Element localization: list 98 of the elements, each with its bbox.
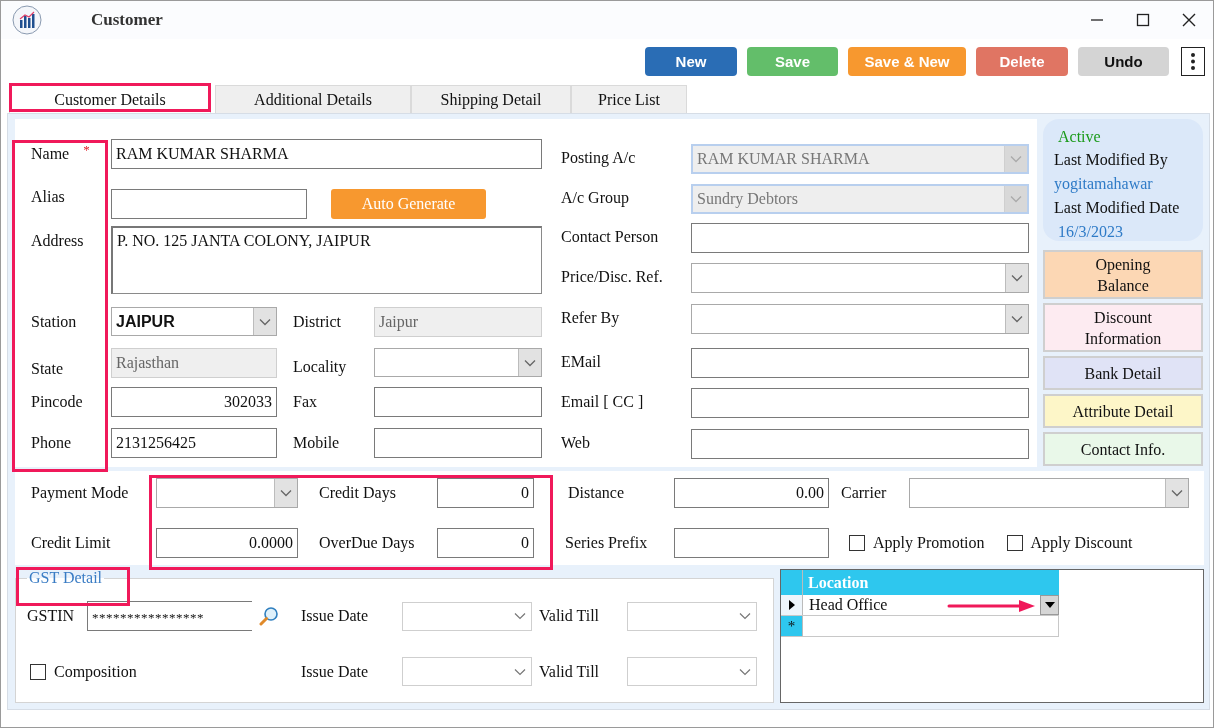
chevron-down-icon [259, 317, 271, 326]
field-label: OverDue Days [319, 533, 416, 554]
dropdown-button[interactable] [1040, 595, 1059, 615]
field-label: Price/Disc. Ref. [561, 267, 664, 287]
field-label: EMail [561, 352, 602, 372]
chevron-down-icon [1010, 195, 1022, 203]
field-label: Locality [293, 356, 348, 377]
side-button[interactable]: Discount Information [1043, 303, 1203, 352]
field-label: Email [ CC ] [561, 392, 645, 412]
chevron-down-icon [1011, 315, 1023, 323]
field-label: Carrier [841, 483, 888, 503]
maximize-icon[interactable] [1136, 13, 1150, 27]
close-icon[interactable] [1182, 13, 1196, 27]
chevron-down-icon [514, 667, 526, 676]
field-label: Posting A/c [561, 148, 637, 169]
chevron-down-icon [739, 667, 751, 676]
input-field[interactable] [691, 223, 1029, 253]
chevron-down-icon [1010, 155, 1022, 163]
input-field[interactable] [691, 388, 1029, 418]
distance-field[interactable]: 0.00 [674, 478, 829, 508]
field-label: Issue Date [301, 607, 370, 625]
credit-days-field[interactable]: 0 [437, 478, 534, 508]
mobile-field[interactable] [374, 428, 542, 458]
field-label: Pincode [31, 392, 84, 412]
field-label: Alias [31, 187, 66, 207]
field-label: District [293, 311, 342, 332]
tab[interactable]: Shipping Detail [411, 85, 571, 113]
window-title: Customer [91, 10, 163, 30]
input-field[interactable] [691, 348, 1029, 378]
field-label: Issue Date [301, 662, 370, 681]
chevron-down-icon [1171, 489, 1183, 497]
station-dropdown[interactable]: JAIPUR [111, 307, 277, 336]
more-options-icon[interactable] [1181, 47, 1205, 76]
new-row-mark: * [787, 618, 796, 634]
payment-mode-dropdown[interactable] [156, 478, 298, 508]
chevron-down-icon [1011, 274, 1023, 282]
locality-dropdown[interactable] [374, 348, 542, 377]
field-label: Credit Days [319, 483, 397, 504]
side-button[interactable]: Opening Balance [1043, 250, 1203, 299]
info-label: Last Modified Date [1054, 198, 1181, 218]
dropdown[interactable] [691, 304, 1029, 334]
column-header: Location [807, 572, 869, 593]
pincode-field[interactable]: 302033 [111, 387, 277, 417]
field-label: Station [31, 312, 78, 332]
field-label: Payment Mode [31, 483, 130, 504]
caret-down-icon [1044, 602, 1055, 608]
fax-field[interactable] [374, 387, 542, 417]
toolbar-button[interactable]: Undo [1078, 47, 1169, 76]
field-label: Valid Till [539, 607, 601, 625]
apply-discount-checkbox[interactable]: Apply Discount [1006, 534, 1133, 552]
chart-logo-icon [12, 5, 42, 35]
field-label: Fax [293, 391, 318, 412]
field-label: Series Prefix [565, 533, 649, 553]
field-label: Credit Limit [31, 533, 112, 553]
chevron-down-icon [280, 489, 292, 497]
field-label: Address [31, 231, 85, 251]
field-label: Mobile [293, 432, 341, 453]
toolbar-button[interactable]: New [645, 47, 737, 76]
field-label: A/c Group [561, 188, 630, 209]
field-label: Name [31, 145, 70, 163]
field-label: Phone [31, 433, 72, 453]
field-label: Valid Till [539, 662, 601, 681]
chevron-down-icon [739, 612, 751, 620]
table-cell[interactable]: Head Office [803, 595, 1040, 615]
field-label: Web [561, 433, 591, 453]
field-label: State [31, 359, 64, 378]
status-text: Active [1057, 127, 1102, 147]
carrier-dropdown[interactable] [909, 478, 1189, 508]
dropdown[interactable] [691, 263, 1029, 293]
tab[interactable]: Price List [571, 85, 687, 113]
info-label: Last Modified By [1054, 150, 1169, 171]
gstin-field[interactable]: **************** [87, 601, 252, 631]
field-label: Distance [568, 483, 625, 503]
chevron-down-icon [514, 612, 526, 620]
apply-promotion-checkbox[interactable]: Apply Promotion [849, 534, 985, 552]
search-icon[interactable] [259, 606, 279, 626]
field-label: Contact Person [561, 227, 660, 247]
input-field[interactable] [691, 429, 1029, 459]
chevron-down-icon [524, 358, 536, 367]
composition-checkbox[interactable]: Composition [27, 662, 272, 681]
side-button[interactable]: Attribute Detail [1043, 394, 1203, 428]
arrow-icon [947, 599, 1037, 613]
phone-field[interactable]: 2131256425 [111, 428, 277, 458]
alias-field[interactable] [111, 189, 307, 219]
overdue-days-field[interactable]: 0 [437, 528, 534, 558]
name-field[interactable]: RAM KUMAR SHARMA [111, 139, 542, 169]
credit-limit-field[interactable]: 0.0000 [156, 528, 298, 558]
group-title: GST Detail [28, 569, 104, 587]
field-label: Refer By [561, 308, 621, 329]
modified-date: 16/3/2023 [1057, 222, 1124, 242]
address-field[interactable]: P. NO. 125 JANTA COLONY, JAIPUR [111, 226, 542, 294]
side-button[interactable]: Bank Detail [1043, 356, 1203, 390]
tab[interactable]: Additional Details [215, 85, 411, 113]
field-label: GSTIN [27, 607, 76, 625]
required-mark: * [83, 142, 90, 158]
side-button[interactable]: Contact Info. [1043, 432, 1203, 466]
user-name: yogitamahawar [1054, 174, 1154, 195]
series-prefix-field[interactable] [674, 528, 829, 558]
